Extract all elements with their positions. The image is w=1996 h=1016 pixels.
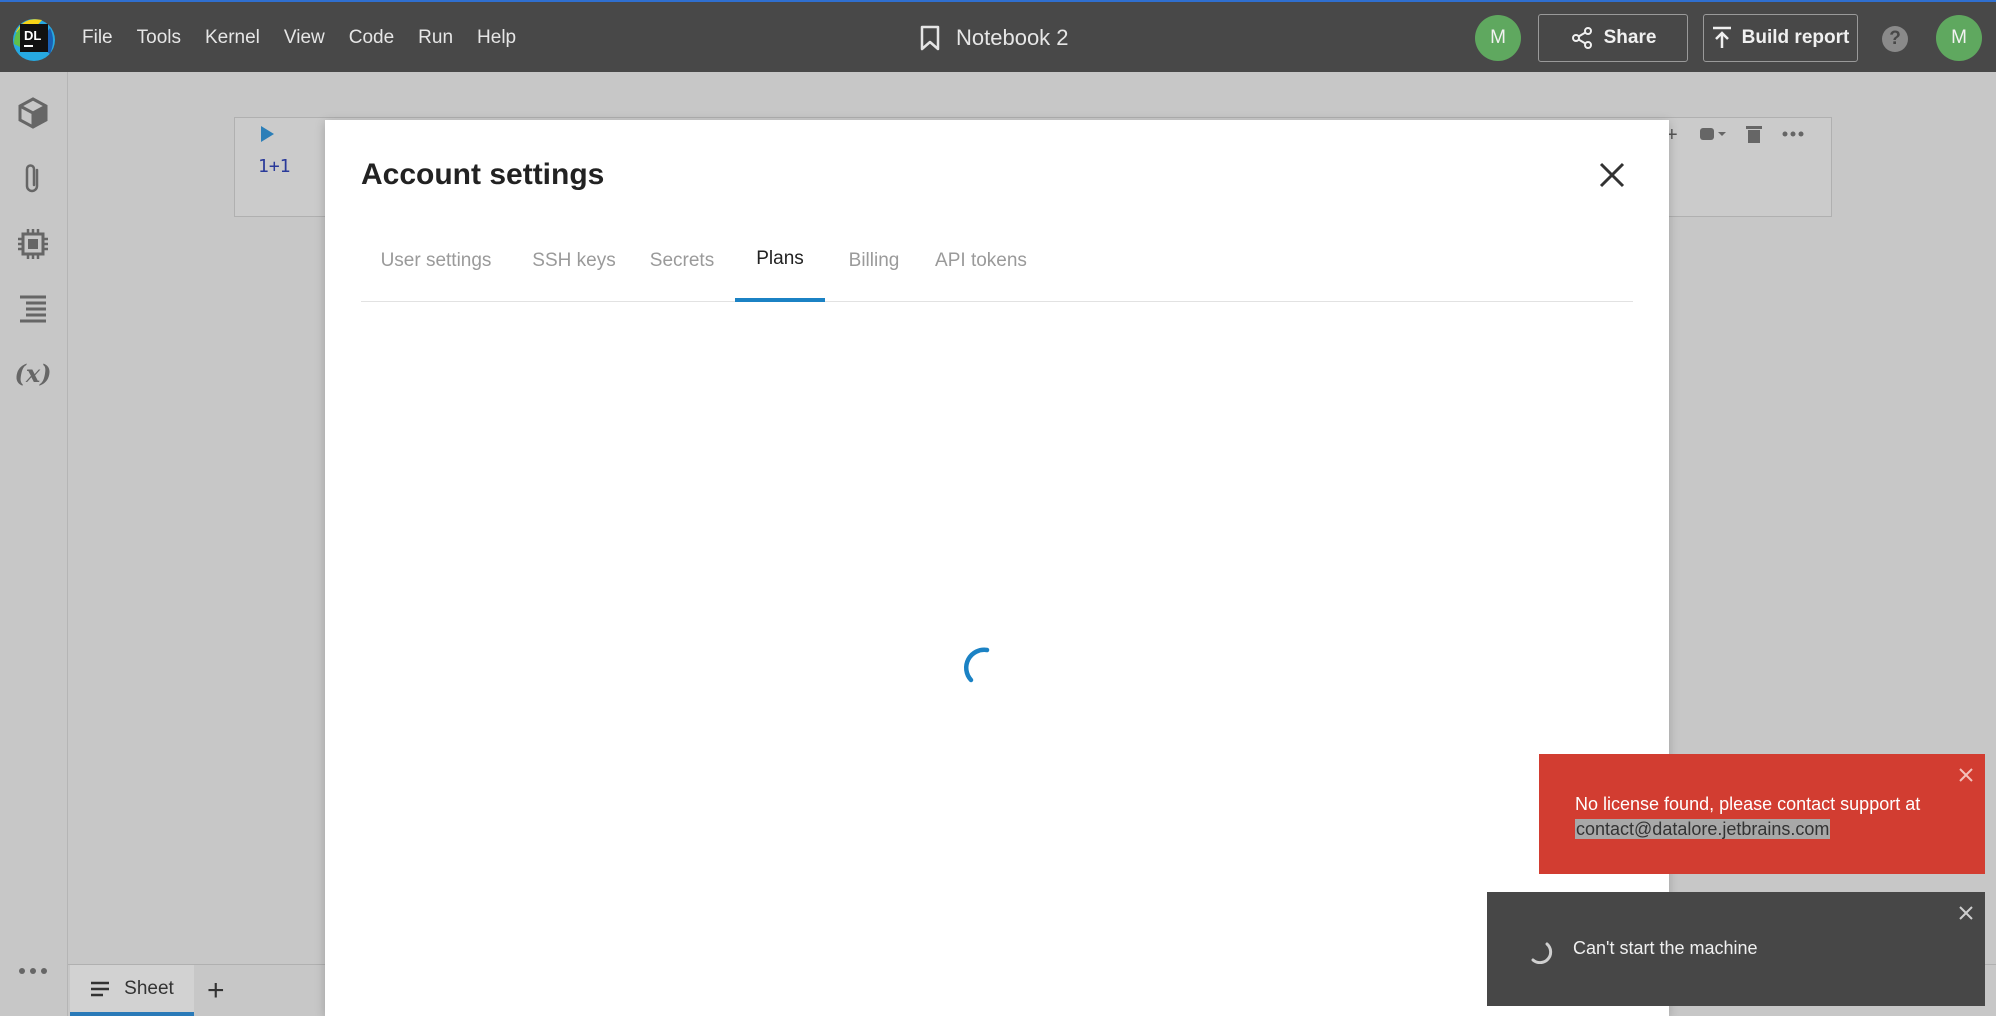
license-error-text: No license found, please contact support…: [1575, 794, 1921, 814]
variables-icon[interactable]: (x): [14, 354, 52, 392]
build-report-label: Build report: [1741, 27, 1850, 48]
menu-kernel[interactable]: Kernel: [205, 27, 260, 49]
menu-help[interactable]: Help: [477, 27, 516, 49]
more-icon[interactable]: [14, 952, 52, 990]
tab-plans[interactable]: Plans: [735, 220, 825, 302]
run-cell-icon[interactable]: [261, 126, 274, 142]
notebook-title-text: Notebook 2: [956, 25, 1069, 50]
share-button[interactable]: Share: [1538, 14, 1688, 62]
left-sidebar: (x): [0, 72, 68, 1016]
menu-tools[interactable]: Tools: [137, 27, 181, 49]
share-label: Share: [1603, 27, 1657, 48]
paperclip-icon[interactable]: [14, 160, 52, 198]
python-icon[interactable]: [1698, 124, 1726, 144]
license-error-message: No license found, please contact support…: [1575, 792, 1955, 842]
user-avatar[interactable]: M: [1936, 15, 1982, 61]
top-bar: DL File Tools Kernel View Code Run Help …: [0, 0, 1996, 72]
datalore-logo[interactable]: DL: [10, 14, 58, 62]
notebook-title[interactable]: Notebook 2: [920, 2, 1069, 74]
support-email-link[interactable]: contact@datalore.jetbrains.com: [1575, 819, 1831, 839]
sheet-tab[interactable]: Sheet: [70, 965, 194, 1016]
settings-tabs: User settings SSH keys Secrets Plans Bil…: [361, 220, 1633, 302]
variables-label: (x): [14, 358, 52, 388]
account-settings-dialog: Account settings User settings SSH keys …: [325, 120, 1669, 1016]
cell-code[interactable]: 1+1: [258, 156, 291, 177]
close-icon[interactable]: [1957, 904, 1975, 922]
menu-view[interactable]: View: [284, 27, 325, 49]
machine-status-toast: Can't start the machine: [1487, 892, 1985, 1006]
close-icon[interactable]: [1597, 160, 1627, 190]
close-icon[interactable]: [1957, 766, 1975, 784]
menu-run[interactable]: Run: [418, 27, 453, 49]
trash-icon[interactable]: [1745, 124, 1762, 144]
tab-user-settings[interactable]: User settings: [361, 220, 511, 302]
cell-toolbar: +: [1666, 124, 1804, 147]
add-sheet-button[interactable]: +: [207, 976, 225, 1006]
tab-billing[interactable]: Billing: [835, 220, 913, 302]
tab-secrets[interactable]: Secrets: [637, 220, 727, 302]
dialog-title: Account settings: [361, 158, 605, 191]
chip-icon[interactable]: [14, 225, 52, 263]
main-menu: File Tools Kernel View Code Run Help: [82, 2, 540, 74]
upload-icon: [1712, 26, 1731, 48]
license-error-toast: No license found, please contact support…: [1539, 754, 1985, 874]
menu-file[interactable]: File: [82, 27, 113, 49]
cube-icon[interactable]: [14, 94, 52, 132]
menu-code[interactable]: Code: [349, 27, 394, 49]
machine-status-message: Can't start the machine: [1573, 938, 1758, 958]
more-options-icon[interactable]: [1782, 124, 1804, 144]
sheet-tab-label: Sheet: [124, 977, 174, 999]
outline-icon[interactable]: [14, 290, 52, 328]
sheet-list-icon: [91, 981, 110, 996]
loading-spinner-icon: [963, 647, 990, 683]
loading-spinner-icon: [1531, 942, 1553, 964]
collaborator-avatar[interactable]: M: [1475, 15, 1521, 61]
tab-api-tokens[interactable]: API tokens: [921, 220, 1041, 302]
help-icon[interactable]: ?: [1882, 26, 1908, 52]
share-icon: [1571, 27, 1592, 49]
bookmark-icon: [920, 25, 940, 51]
tab-ssh-keys[interactable]: SSH keys: [521, 220, 627, 302]
build-report-button[interactable]: Build report: [1703, 14, 1858, 62]
svg-text:DL: DL: [24, 28, 41, 43]
